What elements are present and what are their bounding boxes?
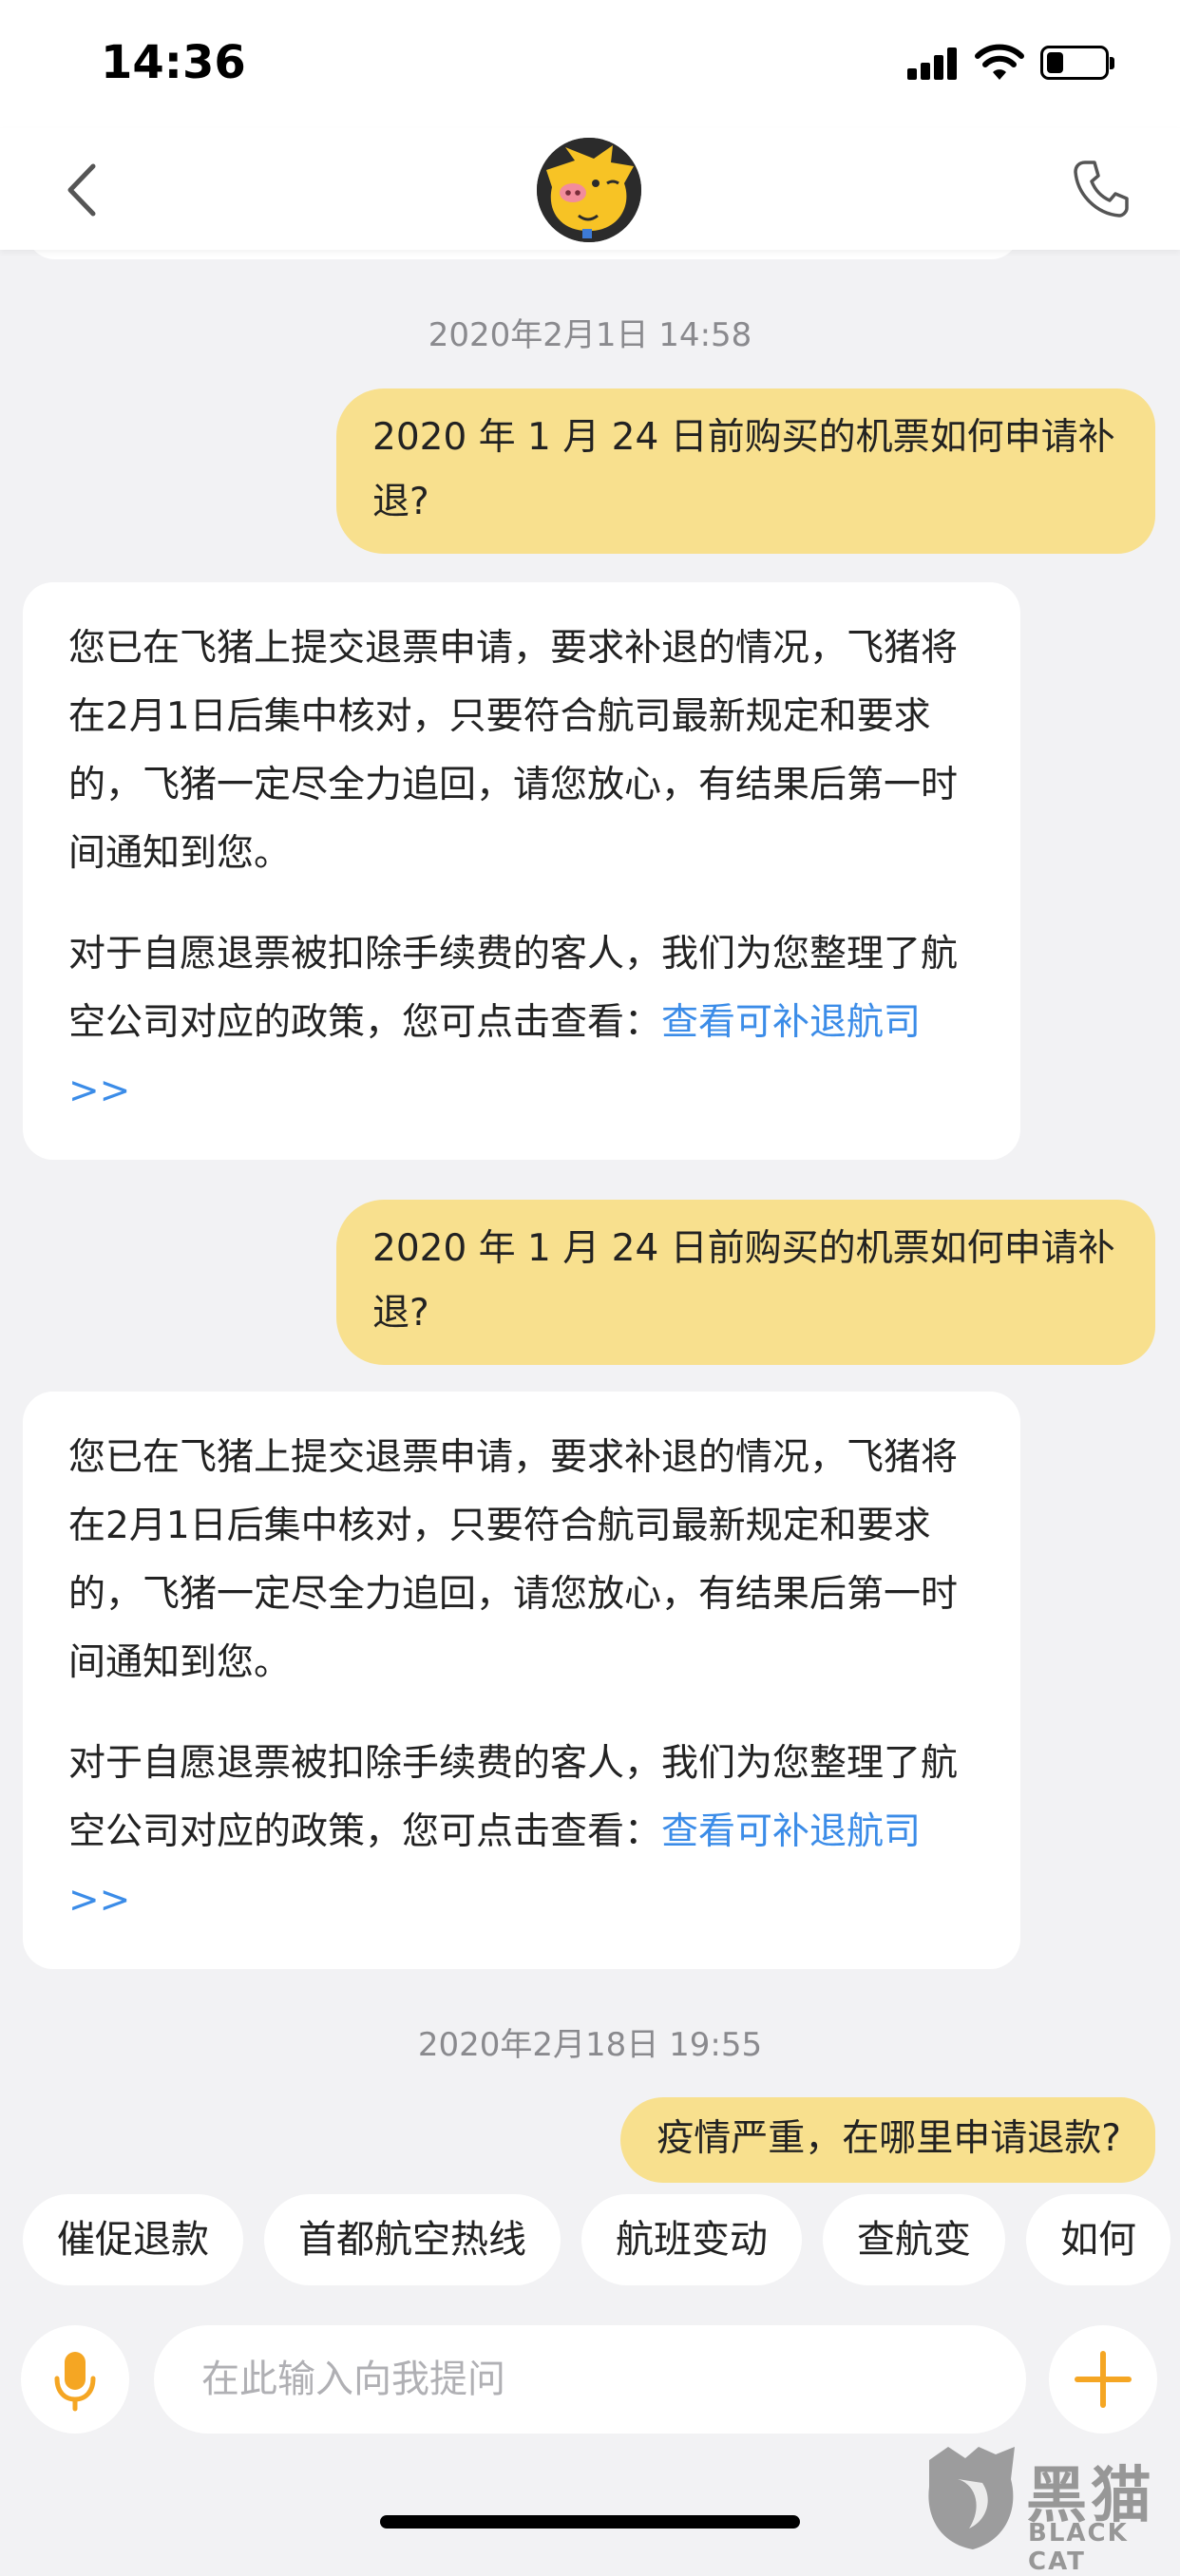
quick-reply-bar: 催促退款 首都航空热线 航班变动 查航变 如何 xyxy=(23,2194,1180,2289)
user-message-bubble: 2020 年 1 月 24 日前购买的机票如何申请补退? xyxy=(336,1200,1155,1365)
timestamp: 2020年2月18日 19:55 xyxy=(417,2026,763,2064)
quick-reply-chip[interactable]: 首都航空热线 xyxy=(264,2194,561,2285)
plus-icon xyxy=(1075,2351,1132,2408)
user-message-text: 2020 年 1 月 24 日前购买的机票如何申请补退? xyxy=(372,416,1115,523)
bot-message-bubble: 您已在飞猪上提交退票申请，要求补退的情况，飞猪将在2月1日后集中核对，只要符合航… xyxy=(23,1392,1020,1969)
watermark-en-text: BLACK CAT xyxy=(1028,2519,1129,2576)
fliggy-pig-icon[interactable] xyxy=(537,138,641,242)
back-chevron-icon[interactable] xyxy=(55,157,112,223)
question-input[interactable] xyxy=(154,2325,1026,2434)
quick-reply-chip[interactable]: 催促退款 xyxy=(23,2194,243,2285)
bot-message-paragraph: 对于自愿退票被扣除手续费的客人，我们为您整理了航空公司对应的政策，您可点击查看：… xyxy=(68,920,971,1126)
bot-message-bubble: 您已在飞猪上提交退票申请，要求补退的情况，飞猪将在2月1日后集中核对，只要符合航… xyxy=(23,582,1020,1160)
quick-reply-chip[interactable]: 如何 xyxy=(1026,2194,1170,2285)
quick-reply-chip[interactable]: 航班变动 xyxy=(581,2194,802,2285)
phone-icon[interactable] xyxy=(1072,157,1129,219)
cellular-signal-icon xyxy=(907,47,957,80)
nav-bar xyxy=(0,128,1180,250)
battery-icon xyxy=(1040,46,1114,80)
more-options-button[interactable] xyxy=(1049,2325,1157,2434)
user-message-text: 疫情严重，在哪里申请退款? xyxy=(657,2117,1121,2160)
microphone-button[interactable] xyxy=(21,2325,129,2434)
user-message-bubble: 疫情严重，在哪里申请退款? xyxy=(620,2097,1155,2183)
timestamp: 2020年2月1日 14:58 xyxy=(428,316,752,354)
status-bar: 14:36 xyxy=(0,0,1180,128)
microphone-icon xyxy=(54,2352,96,2412)
bot-message-paragraph: 对于自愿退票被扣除手续费的客人，我们为您整理了航空公司对应的政策，您可点击查看：… xyxy=(68,1730,971,1935)
bot-message-paragraph: 您已在飞猪上提交退票申请，要求补退的情况，飞猪将在2月1日后集中核对，只要符合航… xyxy=(68,627,959,875)
user-message-text: 2020 年 1 月 24 日前购买的机票如何申请补退? xyxy=(372,1227,1115,1335)
status-time: 14:36 xyxy=(101,36,246,89)
user-message-bubble: 2020 年 1 月 24 日前购买的机票如何申请补退? xyxy=(336,388,1155,554)
wifi-icon xyxy=(975,44,1024,80)
bot-message-paragraph: 您已在飞猪上提交退票申请，要求补退的情况，飞猪将在2月1日后集中核对，只要符合航… xyxy=(68,1436,959,1684)
black-cat-watermark: 黑猫 BLACK CAT xyxy=(920,2441,1180,2576)
home-indicator[interactable] xyxy=(380,2515,800,2529)
chat-area[interactable]: 2020年2月1日 14:58 2020 年 1 月 24 日前购买的机票如何申… xyxy=(0,221,1180,2183)
black-cat-logo-icon xyxy=(928,2447,1015,2549)
quick-reply-chip[interactable]: 查航变 xyxy=(823,2194,1005,2285)
